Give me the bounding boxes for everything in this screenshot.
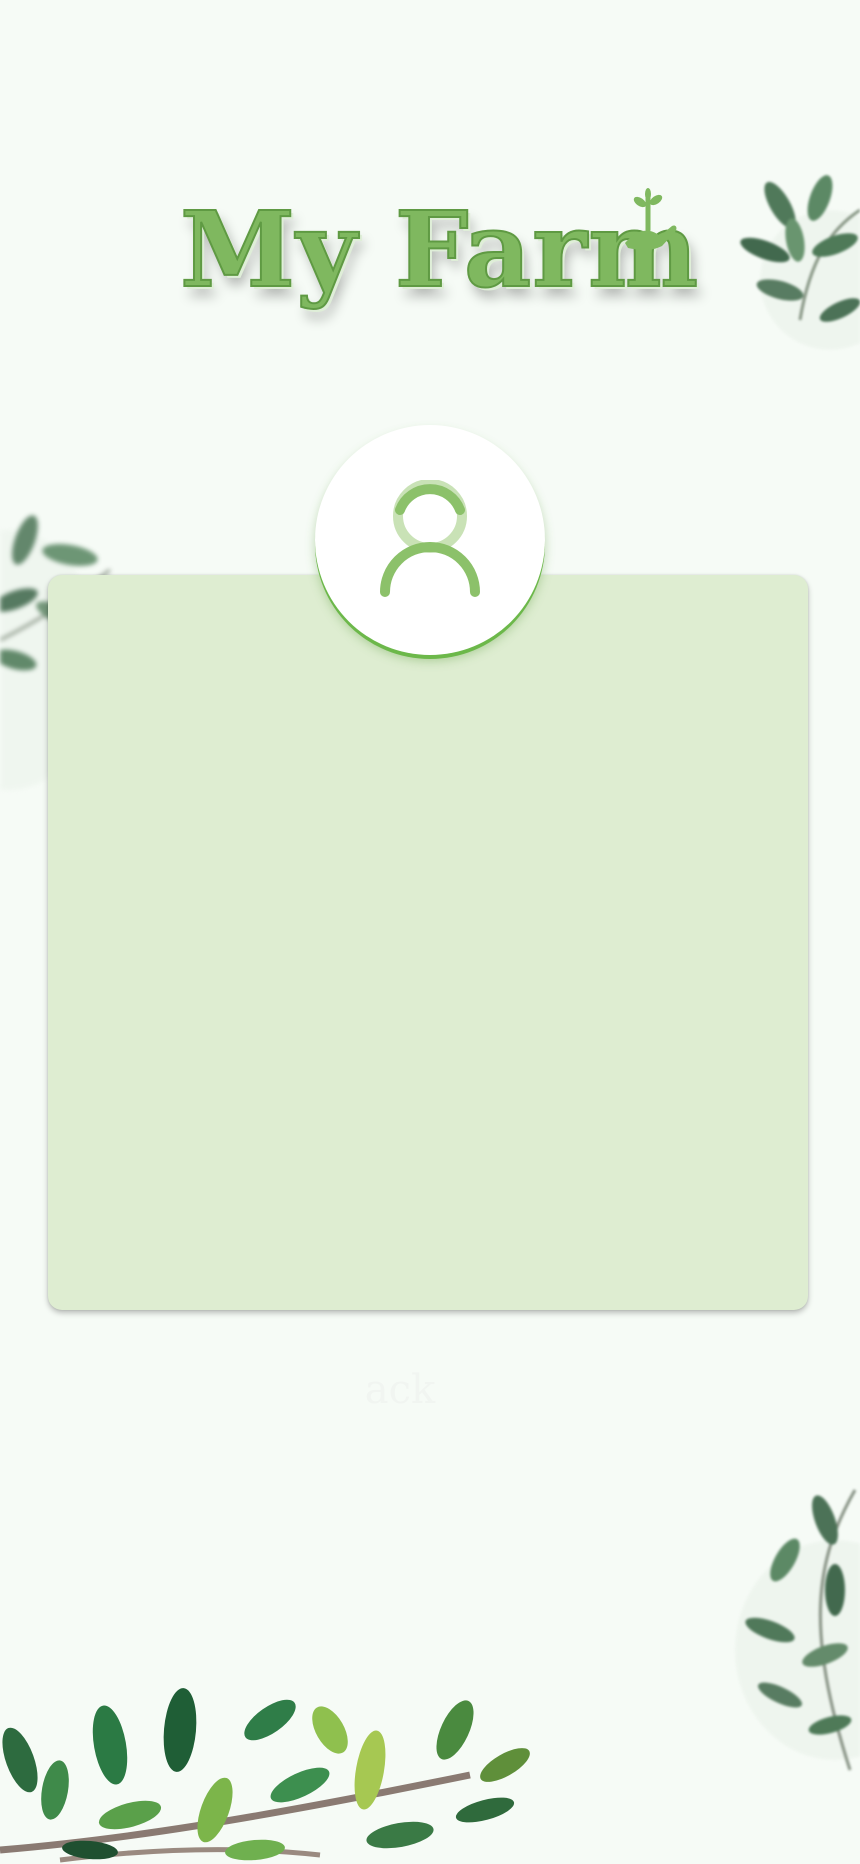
sprout-in-hand-icon — [620, 188, 680, 262]
app-logo: My Farm — [179, 188, 699, 330]
avatar — [315, 425, 545, 655]
hint-text: ack — [364, 1367, 436, 1413]
login-screen: My Farm ack — [0, 0, 860, 1864]
login-card — [48, 575, 808, 1310]
leaf-decoration-top-right — [740, 170, 860, 370]
leaf-decoration-bottom-branch — [0, 1670, 560, 1864]
leaf-decoration-bottom-right — [715, 1480, 860, 1780]
user-icon — [380, 480, 480, 597]
